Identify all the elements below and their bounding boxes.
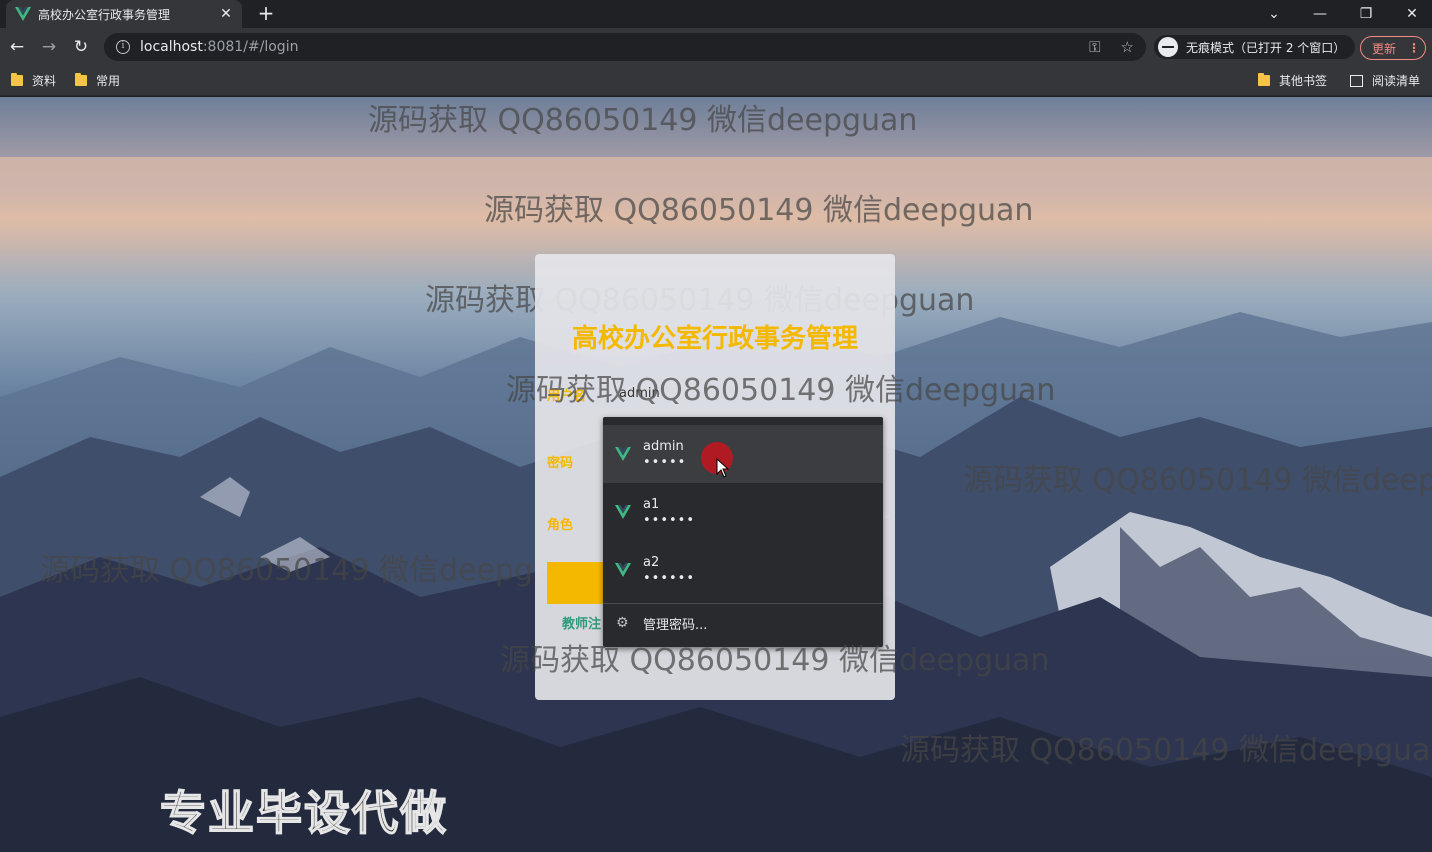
- teacher-register-link[interactable]: 教师注: [562, 613, 604, 632]
- update-button[interactable]: 更新 ⋮: [1360, 36, 1426, 60]
- username-input[interactable]: admin: [619, 386, 660, 401]
- bookmark-folder[interactable]: 常用: [75, 72, 120, 89]
- reading-list[interactable]: 阅读清单: [1350, 72, 1420, 89]
- password-autofill-dropdown: admin ••••• a1 •••••• a2 •••••• ⚙ 管理密码..…: [603, 417, 883, 647]
- tab-search-icon[interactable]: ⌄: [1252, 0, 1296, 28]
- star-icon[interactable]: ☆: [1121, 38, 1134, 56]
- tab-strip: 高校办公室行政事务管理 ✕ + ⌄ — ❐ ✕: [0, 0, 1432, 28]
- autofill-username: a2: [643, 555, 660, 570]
- site-info-icon[interactable]: i: [116, 40, 130, 54]
- reading-list-icon: [1350, 74, 1363, 87]
- username-label: 用户名: [547, 389, 587, 404]
- bookmark-folder[interactable]: 资料: [11, 72, 56, 89]
- bookmark-label: 资料: [32, 74, 57, 88]
- incognito-label: 无痕模式（已打开 2 个窗口）: [1186, 40, 1346, 55]
- address-bar[interactable]: i localhost:8081/#/login ⚿ ☆: [104, 33, 1146, 61]
- other-bookmarks[interactable]: 其他书签: [1258, 72, 1327, 89]
- folder-icon: [11, 73, 23, 86]
- autofill-item[interactable]: a2 ••••••: [603, 541, 883, 599]
- autofill-password: ••••••: [643, 571, 696, 586]
- new-tab-button[interactable]: +: [254, 2, 278, 26]
- bookmarks-bar: 资料 常用 其他书签 阅读清单: [0, 66, 1432, 96]
- other-bookmarks-label: 其他书签: [1279, 74, 1328, 88]
- reload-icon[interactable]: ↻: [70, 36, 92, 58]
- vue-logo-icon: [615, 505, 631, 519]
- close-window-button[interactable]: ✕: [1390, 0, 1432, 28]
- browser-tab[interactable]: 高校办公室行政事务管理 ✕: [6, 0, 242, 28]
- folder-icon: [75, 73, 87, 86]
- vue-logo-icon: [615, 447, 631, 461]
- back-arrow-icon[interactable]: ←: [6, 36, 28, 58]
- key-icon[interactable]: ⚿: [1089, 38, 1100, 56]
- login-title: 高校办公室行政事务管理: [571, 324, 858, 354]
- vue-logo-icon: [14, 5, 32, 23]
- menu-dots-icon: ⋮: [1408, 41, 1421, 55]
- close-tab-icon[interactable]: ✕: [218, 6, 234, 22]
- tab-title: 高校办公室行政事务管理: [38, 7, 171, 22]
- vue-logo-icon: [615, 563, 631, 577]
- autofill-password: •••••: [643, 455, 687, 470]
- bookmark-label: 常用: [96, 74, 121, 88]
- incognito-icon: [1158, 37, 1178, 57]
- update-label: 更新: [1372, 41, 1397, 56]
- autofill-password: ••••••: [643, 513, 696, 528]
- minimize-button[interactable]: —: [1298, 0, 1342, 28]
- password-label: 密码: [547, 456, 574, 471]
- role-label: 角色: [547, 518, 574, 533]
- incognito-badge[interactable]: 无痕模式（已打开 2 个窗口）: [1154, 35, 1356, 59]
- gear-icon: ⚙: [616, 615, 629, 631]
- folder-icon: [1258, 73, 1270, 86]
- manage-passwords-item[interactable]: ⚙ 管理密码...: [603, 604, 883, 642]
- autofill-item[interactable]: a1 ••••••: [603, 483, 883, 541]
- autofill-username: admin: [643, 439, 684, 454]
- promo-text: 专业毕设代做: [159, 785, 448, 841]
- reading-list-label: 阅读清单: [1372, 74, 1421, 88]
- url-text[interactable]: localhost:8081/#/login: [140, 39, 1069, 55]
- restore-button[interactable]: ❐: [1344, 0, 1388, 28]
- forward-arrow-icon[interactable]: →: [38, 36, 60, 58]
- autofill-item[interactable]: admin •••••: [603, 425, 883, 483]
- browser-toolbar: ← → ↻ i localhost:8081/#/login ⚿ ☆ 无痕模式（…: [0, 28, 1432, 66]
- mouse-cursor-icon: [716, 458, 730, 478]
- autofill-username: a1: [643, 497, 660, 512]
- manage-passwords-label: 管理密码...: [643, 617, 708, 633]
